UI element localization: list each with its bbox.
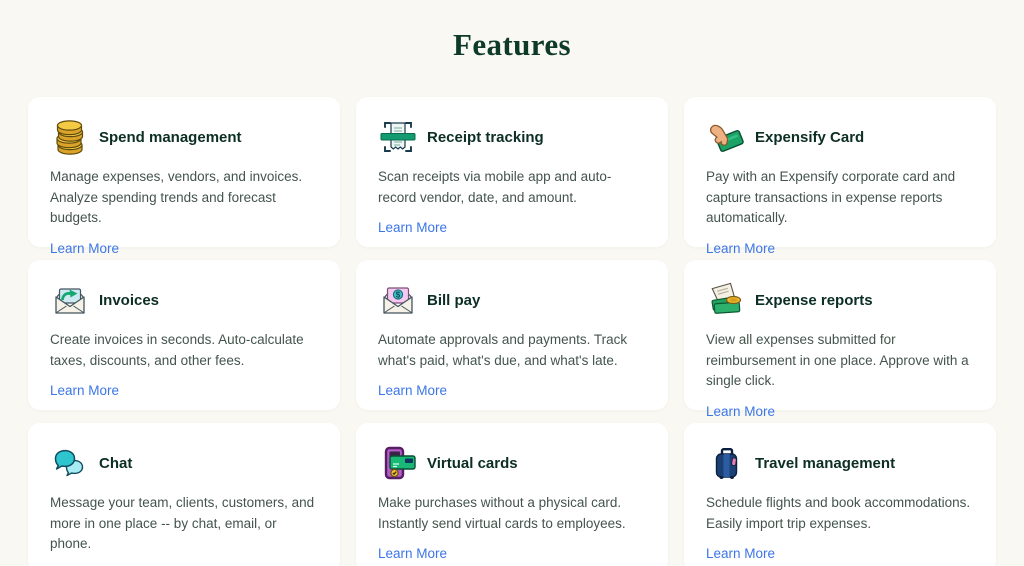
feature-card-invoices: Invoices Create invoices in seconds. Aut… — [28, 260, 340, 410]
suitcase-icon — [706, 443, 746, 483]
card-description: Create invoices in seconds. Auto-calcula… — [50, 330, 318, 371]
chat-bubbles-icon — [50, 443, 90, 483]
learn-more-link[interactable]: Learn More — [50, 383, 119, 398]
svg-text:$: $ — [396, 290, 401, 299]
feature-card-receipt-tracking: Receipt tracking Scan receipts via mobil… — [356, 97, 668, 247]
card-title: Expense reports — [755, 292, 873, 309]
learn-more-link[interactable]: Learn More — [378, 546, 447, 561]
card-description: Pay with an Expensify corporate card and… — [706, 167, 974, 229]
feature-card-expensify-card: Expensify Card Pay with an Expensify cor… — [684, 97, 996, 247]
coins-icon — [50, 117, 90, 157]
learn-more-link[interactable]: Learn More — [706, 404, 775, 419]
card-description: Automate approvals and payments. Track w… — [378, 330, 646, 371]
learn-more-link[interactable]: Learn More — [378, 220, 447, 235]
hand-card-icon — [706, 117, 746, 157]
card-description: Make purchases without a physical card. … — [378, 493, 646, 534]
card-description: Message your team, clients, customers, a… — [50, 493, 318, 555]
card-title: Expensify Card — [755, 129, 864, 146]
feature-card-spend-management: Spend management Manage expenses, vendor… — [28, 97, 340, 247]
card-title: Travel management — [755, 455, 895, 472]
receipt-cash-icon — [706, 280, 746, 320]
features-grid: Spend management Manage expenses, vendor… — [28, 97, 996, 566]
learn-more-link[interactable]: Learn More — [706, 241, 775, 256]
learn-more-link[interactable]: Learn More — [706, 546, 775, 561]
learn-more-link[interactable]: Learn More — [50, 241, 119, 256]
card-description: Manage expenses, vendors, and invoices. … — [50, 167, 318, 229]
card-title: Invoices — [99, 292, 159, 309]
receipt-scan-icon — [378, 117, 418, 157]
card-description: Scan receipts via mobile app and auto-re… — [378, 167, 646, 208]
feature-card-virtual-cards: Virtual cards Make purchases without a p… — [356, 423, 668, 566]
feature-card-travel-management: Travel management Schedule flights and b… — [684, 423, 996, 566]
card-description: Schedule flights and book accommodations… — [706, 493, 974, 534]
feature-card-chat: Chat Message your team, clients, custome… — [28, 423, 340, 566]
card-title: Receipt tracking — [427, 129, 544, 146]
envelope-arrow-icon — [50, 280, 90, 320]
learn-more-link[interactable]: Learn More — [378, 383, 447, 398]
card-title: Chat — [99, 455, 132, 472]
envelope-bill-icon: $ — [378, 280, 418, 320]
card-title: Virtual cards — [427, 455, 518, 472]
card-title: Bill pay — [427, 292, 480, 309]
feature-card-expense-reports: Expense reports View all expenses submit… — [684, 260, 996, 410]
card-title: Spend management — [99, 129, 242, 146]
feature-card-bill-pay: $ Bill pay Automate approvals and paymen… — [356, 260, 668, 410]
card-description: View all expenses submitted for reimburs… — [706, 330, 974, 392]
page-title: Features — [0, 0, 1024, 63]
phone-card-icon — [378, 443, 418, 483]
